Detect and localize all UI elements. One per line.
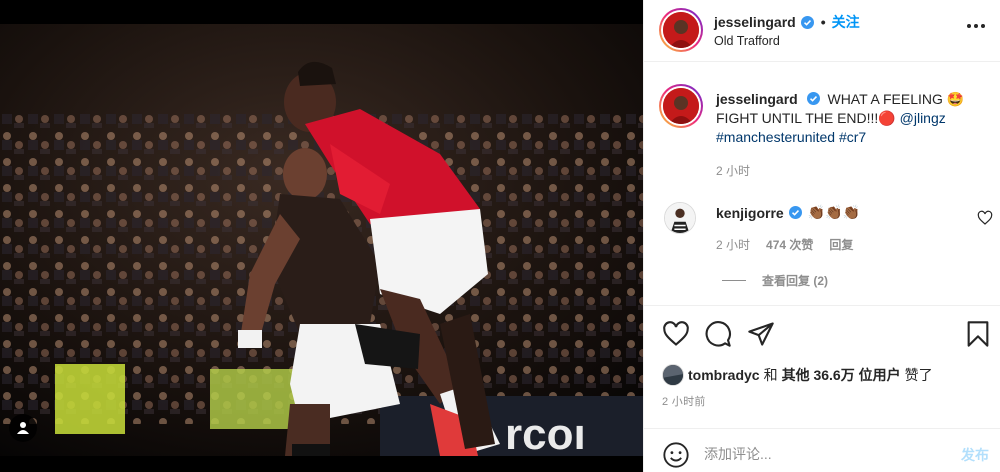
view-replies-button[interactable]: 查看回复 (2) bbox=[722, 272, 828, 289]
caption-text: jesselingard WHAT A FEELING 🤩 FIGHT UNTI… bbox=[716, 90, 986, 147]
author-avatar[interactable] bbox=[659, 8, 703, 52]
likes-suffix: 赞了 bbox=[904, 367, 933, 383]
comment-timestamp: 2 小时 bbox=[716, 238, 751, 252]
reply-button[interactable]: 回复 bbox=[829, 236, 853, 253]
liker-username[interactable]: tombradyc bbox=[688, 367, 760, 383]
comment-like-heart-icon[interactable] bbox=[977, 210, 993, 226]
caption-username[interactable]: jesselingard bbox=[716, 91, 798, 107]
likes-others-link[interactable]: 其他 36.6万 位用户 bbox=[782, 365, 901, 385]
caption-line-1: WHAT A FEELING 🤩 bbox=[827, 91, 965, 107]
post-timestamp[interactable]: 2 小时前 bbox=[662, 393, 706, 409]
caption-line-2: FIGHT UNTIL THE END!!!🔴 bbox=[716, 110, 896, 126]
emoji-icon[interactable] bbox=[662, 441, 690, 469]
caption-mention-link[interactable]: @jlingz bbox=[900, 110, 946, 126]
verified-badge-icon bbox=[806, 92, 820, 105]
likes-summary: tombradyc 和 其他 36.6万 位用户 赞了 bbox=[662, 364, 937, 386]
liker-avatar-image bbox=[663, 365, 683, 385]
user-tag-button[interactable] bbox=[9, 414, 37, 442]
photo-pane: rcoı bbox=[0, 0, 643, 472]
likes-and: 和 bbox=[763, 367, 778, 383]
comment-likes-count[interactable]: 474 次赞 bbox=[766, 236, 813, 253]
comment-icon[interactable] bbox=[704, 320, 732, 348]
liker-avatar[interactable] bbox=[662, 364, 684, 386]
hashtag-link[interactable]: #manchesterunited bbox=[716, 129, 835, 145]
commenter-avatar-image bbox=[665, 203, 695, 233]
author-avatar-image bbox=[663, 12, 699, 48]
action-bar bbox=[644, 305, 1000, 360]
follow-button[interactable]: 关注 bbox=[832, 12, 860, 32]
heart-icon[interactable] bbox=[662, 320, 690, 348]
post-photo[interactable]: rcoı bbox=[0, 24, 643, 456]
comment-input[interactable] bbox=[704, 441, 934, 467]
caption-timestamp: 2 小时 bbox=[716, 164, 751, 178]
verified-badge-icon bbox=[788, 206, 802, 219]
author-username[interactable]: jesselingard bbox=[714, 14, 796, 30]
share-icon[interactable] bbox=[747, 320, 775, 348]
caption-avatar-image bbox=[663, 88, 699, 124]
comment-composer: 发布 bbox=[644, 428, 1000, 472]
svg-text:rcoı: rcoı bbox=[505, 410, 586, 456]
commenter-avatar[interactable] bbox=[664, 202, 696, 234]
post-header: jesselingard • 关注 Old Trafford bbox=[644, 0, 1000, 62]
verified-badge-icon bbox=[800, 15, 814, 29]
view-replies-label: 查看回复 (2) bbox=[762, 274, 829, 288]
more-options-icon[interactable] bbox=[967, 24, 985, 28]
commenter-username[interactable]: kenjigorre bbox=[716, 205, 784, 221]
photo-illustration: rcoı bbox=[0, 24, 643, 456]
post-comment-button[interactable]: 发布 bbox=[961, 445, 989, 465]
user-tag-icon bbox=[17, 422, 29, 434]
header-separator: • bbox=[820, 14, 826, 30]
bookmark-icon[interactable] bbox=[964, 320, 992, 348]
post-side-panel: jesselingard • 关注 Old Trafford jesseling… bbox=[643, 0, 1000, 472]
replies-divider bbox=[722, 280, 746, 281]
caption-author-avatar[interactable] bbox=[659, 84, 703, 128]
hashtag-link[interactable]: #cr7 bbox=[839, 129, 866, 145]
location-link[interactable]: Old Trafford bbox=[714, 34, 780, 48]
comment-text: 👏🏾👏🏾👏🏾 bbox=[807, 204, 860, 220]
